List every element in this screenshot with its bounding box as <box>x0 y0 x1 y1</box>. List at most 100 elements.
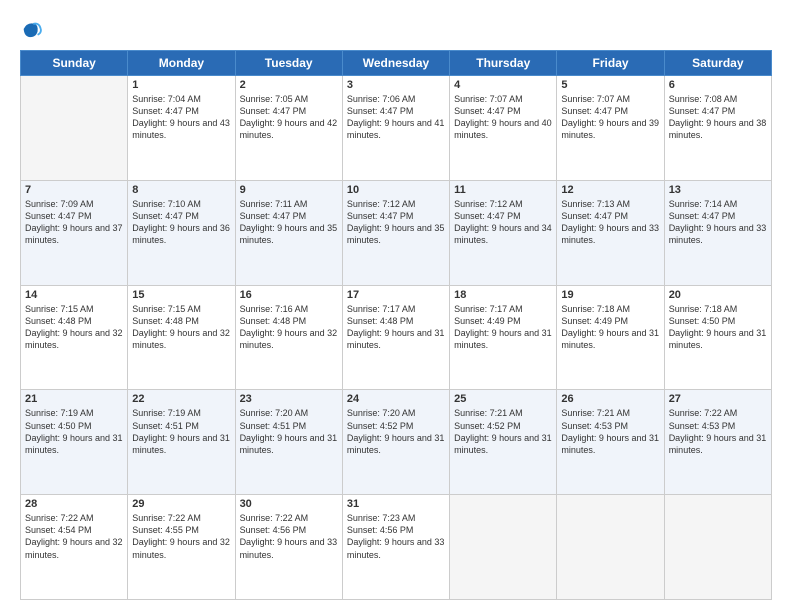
day-number: 17 <box>347 289 445 301</box>
logo <box>20 18 46 40</box>
day-cell: 28Sunrise: 7:22 AMSunset: 4:54 PMDayligh… <box>21 495 128 600</box>
week-row-5: 28Sunrise: 7:22 AMSunset: 4:54 PMDayligh… <box>21 495 772 600</box>
weekday-monday: Monday <box>128 51 235 76</box>
day-cell: 25 Sunrise: 7:21 AMSunset: 4:52 PMDayligh… <box>450 390 557 495</box>
day-number: 29 <box>132 498 230 510</box>
day-cell: 8Sunrise: 7:10 AMSunset: 4:47 PMDaylight… <box>128 180 235 285</box>
header <box>20 18 772 40</box>
weekday-tuesday: Tuesday <box>235 51 342 76</box>
weekday-thursday: Thursday <box>450 51 557 76</box>
day-number: 5 <box>561 79 659 91</box>
day-info: Sunrise: 7:11 AMSunset: 4:47 PMDaylight:… <box>240 198 338 247</box>
day-number: 1 <box>132 79 230 91</box>
day-cell: 9 Sunrise: 7:11 AMSunset: 4:47 PMDaylight… <box>235 180 342 285</box>
day-info: Sunrise: 7:21 AMSunset: 4:53 PMDaylight:… <box>561 407 659 456</box>
day-number: 6 <box>669 79 767 91</box>
day-cell: 14Sunrise: 7:15 AMSunset: 4:48 PMDayligh… <box>21 285 128 390</box>
weekday-sunday: Sunday <box>21 51 128 76</box>
week-row-3: 14 Sunrise: 7:15 AMSunset: 4:48 PMDayligh… <box>21 285 772 390</box>
logo-icon <box>20 18 42 40</box>
day-cell: 27 Sunrise: 7:22 AMSunset: 4:53 PMDayligh… <box>664 390 771 495</box>
day-cell: 31 Sunrise: 7:23 AMSunset: 4:56 PMDayligh… <box>342 495 449 600</box>
day-number: 18 <box>454 289 552 301</box>
day-cell <box>664 495 771 600</box>
day-cell <box>21 76 128 181</box>
day-cell: 24 Sunrise: 7:20 AMSunset: 4:52 PMDayligh… <box>342 390 449 495</box>
weekday-wednesday: Wednesday <box>342 51 449 76</box>
day-number: 13 <box>669 184 767 196</box>
day-info: Sunrise: 7:19 AMSunset: 4:51 PMDaylight:… <box>132 407 230 456</box>
day-cell: 23 Sunrise: 7:20 AMSunset: 4:51 PMDayligh… <box>235 390 342 495</box>
day-cell: 20Sunrise: 7:18 AMSunset: 4:50 PMDayligh… <box>664 285 771 390</box>
weekday-saturday: Saturday <box>664 51 771 76</box>
day-info: Sunrise: 7:05 AMSunset: 4:47 PMDaylight:… <box>240 93 338 142</box>
day-number: 3 <box>347 79 445 91</box>
day-cell: 13 Sunrise: 7:14 AMSunset: 4:47 PMDayligh… <box>664 180 771 285</box>
day-number: 22 <box>132 393 230 405</box>
day-cell: 7Sunrise: 7:09 AMSunset: 4:47 PMDaylight… <box>21 180 128 285</box>
day-cell: 12 Sunrise: 7:13 AMSunset: 4:47 PMDayligh… <box>557 180 664 285</box>
weekday-friday: Friday <box>557 51 664 76</box>
day-number: 26 <box>561 393 659 405</box>
day-cell: 17 Sunrise: 7:17 AMSunset: 4:48 PMDayligh… <box>342 285 449 390</box>
day-info: Sunrise: 7:22 AMSunset: 4:56 PMDaylight:… <box>240 512 338 561</box>
day-cell: 22 Sunrise: 7:19 AMSunset: 4:51 PMDayligh… <box>128 390 235 495</box>
day-cell: 10 Sunrise: 7:12 AMSunset: 4:47 PMDayligh… <box>342 180 449 285</box>
day-number: 20 <box>669 289 767 301</box>
calendar-table: SundayMondayTuesdayWednesdayThursdayFrid… <box>20 50 772 600</box>
day-number: 23 <box>240 393 338 405</box>
day-info: Sunrise: 7:17 AMSunset: 4:49 PMDaylight:… <box>454 303 552 352</box>
day-number: 10 <box>347 184 445 196</box>
day-number: 9 <box>240 184 338 196</box>
day-info: Sunrise: 7:20 AMSunset: 4:52 PMDaylight:… <box>347 407 445 456</box>
day-number: 19 <box>561 289 659 301</box>
day-info: Sunrise: 7:13 AMSunset: 4:47 PMDaylight:… <box>561 198 659 247</box>
day-number: 4 <box>454 79 552 91</box>
day-info: Sunrise: 7:04 AMSunset: 4:47 PMDaylight:… <box>132 93 230 142</box>
day-number: 28 <box>25 498 123 510</box>
day-number: 21 <box>25 393 123 405</box>
day-cell: 4Sunrise: 7:07 AMSunset: 4:47 PMDaylight… <box>450 76 557 181</box>
day-info: Sunrise: 7:12 AMSunset: 4:47 PMDaylight:… <box>347 198 445 247</box>
day-number: 25 <box>454 393 552 405</box>
day-cell <box>557 495 664 600</box>
day-number: 11 <box>454 184 552 196</box>
day-number: 8 <box>132 184 230 196</box>
day-info: Sunrise: 7:18 AMSunset: 4:49 PMDaylight:… <box>561 303 659 352</box>
day-cell: 29 Sunrise: 7:22 AMSunset: 4:55 PMDayligh… <box>128 495 235 600</box>
day-cell: 30 Sunrise: 7:22 AMSunset: 4:56 PMDayligh… <box>235 495 342 600</box>
day-info: Sunrise: 7:22 AMSunset: 4:55 PMDaylight:… <box>132 512 230 561</box>
day-number: 16 <box>240 289 338 301</box>
day-info: Sunrise: 7:07 AMSunset: 4:47 PMDaylight:… <box>561 93 659 142</box>
day-info: Sunrise: 7:23 AMSunset: 4:56 PMDaylight:… <box>347 512 445 561</box>
day-info: Sunrise: 7:14 AMSunset: 4:47 PMDaylight:… <box>669 198 767 247</box>
day-info: Sunrise: 7:22 AMSunset: 4:53 PMDaylight:… <box>669 407 767 456</box>
day-info: Sunrise: 7:19 AMSunset: 4:50 PMDaylight:… <box>25 407 123 456</box>
day-info: Sunrise: 7:20 AMSunset: 4:51 PMDaylight:… <box>240 407 338 456</box>
day-number: 12 <box>561 184 659 196</box>
day-info: Sunrise: 7:08 AMSunset: 4:47 PMDaylight:… <box>669 93 767 142</box>
day-info: Sunrise: 7:21 AMSunset: 4:52 PMDaylight:… <box>454 407 552 456</box>
day-number: 2 <box>240 79 338 91</box>
week-row-1: 1 Sunrise: 7:04 AMSunset: 4:47 PMDaylight… <box>21 76 772 181</box>
day-cell: 18 Sunrise: 7:17 AMSunset: 4:49 PMDayligh… <box>450 285 557 390</box>
week-row-2: 7Sunrise: 7:09 AMSunset: 4:47 PMDaylight… <box>21 180 772 285</box>
day-info: Sunrise: 7:15 AMSunset: 4:48 PMDaylight:… <box>132 303 230 352</box>
day-number: 31 <box>347 498 445 510</box>
day-cell: 6 Sunrise: 7:08 AMSunset: 4:47 PMDaylight… <box>664 76 771 181</box>
day-info: Sunrise: 7:17 AMSunset: 4:48 PMDaylight:… <box>347 303 445 352</box>
day-cell <box>450 495 557 600</box>
day-number: 30 <box>240 498 338 510</box>
day-number: 27 <box>669 393 767 405</box>
day-cell: 11 Sunrise: 7:12 AMSunset: 4:47 PMDayligh… <box>450 180 557 285</box>
day-cell: 2 Sunrise: 7:05 AMSunset: 4:47 PMDaylight… <box>235 76 342 181</box>
day-info: Sunrise: 7:09 AMSunset: 4:47 PMDaylight:… <box>25 198 123 247</box>
day-info: Sunrise: 7:16 AMSunset: 4:48 PMDaylight:… <box>240 303 338 352</box>
day-number: 15 <box>132 289 230 301</box>
weekday-header-row: SundayMondayTuesdayWednesdayThursdayFrid… <box>21 51 772 76</box>
day-info: Sunrise: 7:06 AMSunset: 4:47 PMDaylight:… <box>347 93 445 142</box>
day-number: 24 <box>347 393 445 405</box>
day-number: 14 <box>25 289 123 301</box>
page: SundayMondayTuesdayWednesdayThursdayFrid… <box>0 0 792 612</box>
day-info: Sunrise: 7:12 AMSunset: 4:47 PMDaylight:… <box>454 198 552 247</box>
